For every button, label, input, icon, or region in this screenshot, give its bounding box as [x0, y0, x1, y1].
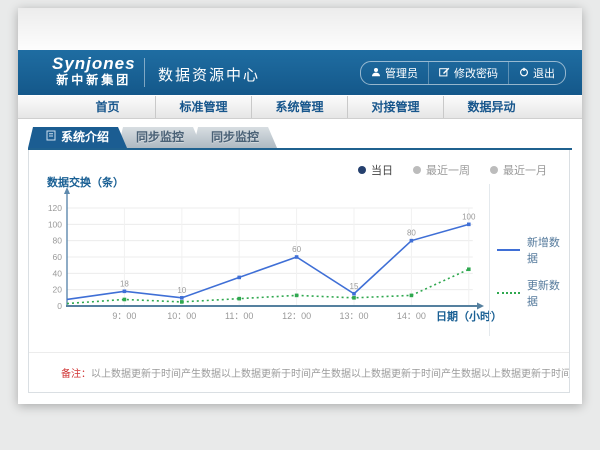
radio-dot-icon — [358, 166, 366, 174]
period-radio[interactable]: 最近一月 — [490, 162, 547, 178]
svg-text:11：00: 11：00 — [225, 311, 253, 321]
tab-item[interactable]: 系统介绍 — [28, 127, 127, 148]
tab-label: 同步监控 — [211, 127, 259, 148]
footnote: 备注：以上数据更新于时间产生数据以上数据更新于时间产生数据以上数据更新于时间产生… — [29, 352, 569, 392]
period-radio-label: 最近一周 — [426, 162, 470, 178]
svg-text:15: 15 — [350, 282, 359, 291]
tab-label: 系统介绍 — [61, 127, 109, 148]
doc-icon — [46, 127, 56, 148]
svg-text:12：00: 12：00 — [282, 311, 311, 321]
nav-item[interactable]: 系统管理 — [251, 96, 347, 118]
footnote-prefix: 备注： — [61, 369, 91, 380]
tab-label: 同步监控 — [136, 127, 184, 148]
logo-chinese-text: 新中新集团 — [52, 72, 136, 89]
svg-text:13：00: 13：00 — [339, 311, 368, 321]
app-header: Synjones 新中新集团 数据资源中心 管理员 修改密码 退出 — [18, 50, 582, 95]
page-title: 数据资源中心 — [158, 64, 260, 85]
svg-text:80: 80 — [407, 229, 416, 238]
chart-legend-divider — [489, 184, 490, 336]
user-menu-item-label: 退出 — [533, 65, 555, 81]
svg-text:120: 120 — [48, 203, 62, 213]
nav-bar: 首页标准管理系统管理对接管理数据异动 — [18, 95, 582, 119]
period-radio-label: 最近一月 — [503, 162, 547, 178]
period-radio[interactable]: 当日 — [358, 162, 393, 178]
svg-text:80: 80 — [53, 236, 63, 246]
nav-item[interactable]: 首页 — [60, 96, 155, 118]
legend-item[interactable]: 新增数据 — [497, 234, 569, 266]
tab-bar: 系统介绍 同步监控 同步监控 — [28, 127, 277, 148]
user-menu-item-label: 管理员 — [385, 65, 418, 81]
line-chart: 0 20 40 60 80 100 120 9：00 10：00 11：00 12：00 13：00 1… — [33, 184, 503, 334]
svg-text:20: 20 — [53, 285, 63, 295]
edit-icon — [439, 66, 450, 80]
svg-text:100: 100 — [462, 212, 476, 221]
legend-item[interactable]: 更新数据 — [497, 277, 569, 309]
legend-label: 更新数据 — [527, 277, 569, 309]
svg-text:0: 0 — [57, 301, 62, 311]
svg-text:18: 18 — [120, 279, 129, 288]
logo-english-text: Synjones — [52, 55, 136, 72]
user-menu-item[interactable]: 管理员 — [361, 62, 428, 84]
svg-text:日期（小时）: 日期（小时） — [436, 309, 502, 323]
nav-item[interactable]: 标准管理 — [155, 96, 251, 118]
svg-text:40: 40 — [53, 268, 63, 278]
legend-label: 新增数据 — [527, 234, 569, 266]
svg-text:10: 10 — [177, 286, 186, 295]
period-radio[interactable]: 最近一周 — [413, 162, 470, 178]
user-menu: 管理员 修改密码 退出 — [360, 61, 566, 85]
company-logo: Synjones 新中新集团 — [52, 55, 136, 89]
svg-text:100: 100 — [48, 219, 62, 229]
svg-text:9：00: 9：00 — [112, 311, 136, 321]
user-menu-item[interactable]: 修改密码 — [428, 62, 508, 84]
svg-text:60: 60 — [292, 245, 301, 254]
nav-item[interactable]: 数据异动 — [443, 96, 539, 118]
legend-line-sample-icon — [497, 249, 520, 251]
footnote-text: 以上数据更新于时间产生数据以上数据更新于时间产生数据以上数据更新于时间产生数据以… — [91, 369, 569, 380]
top-strip — [18, 8, 582, 50]
app-window: Synjones 新中新集团 数据资源中心 管理员修改密码退出 首页标准管理系统… — [18, 8, 582, 404]
chart-area: 0 20 40 60 80 100 120 9：00 10：00 11：00 12：00 13：00 1… — [33, 184, 503, 334]
content-card: 当日最近一周最近一月 数据交换（条） 0204060801001209：0010… — [28, 150, 570, 393]
chart-legend: 新增数据更新数据 — [497, 234, 569, 309]
user-menu-item[interactable]: 退出 — [508, 62, 565, 84]
header-divider — [144, 58, 145, 87]
user-icon — [371, 67, 381, 80]
nav-item[interactable]: 对接管理 — [347, 96, 443, 118]
svg-text:10：00: 10：00 — [167, 311, 196, 321]
tab-item[interactable]: 同步监控 — [193, 127, 277, 148]
user-menu-item-label: 修改密码 — [454, 65, 498, 81]
power-icon — [519, 67, 529, 80]
svg-text:60: 60 — [53, 252, 63, 262]
tab-underline — [28, 148, 572, 150]
tab-item[interactable]: 同步监控 — [118, 127, 202, 148]
period-filter: 当日 最近一周 最近一月 — [358, 162, 547, 178]
radio-dot-icon — [490, 166, 498, 174]
period-radio-label: 当日 — [371, 162, 393, 178]
radio-dot-icon — [413, 166, 421, 174]
legend-line-sample-icon — [497, 292, 520, 294]
svg-text:14：00: 14：00 — [397, 311, 426, 321]
